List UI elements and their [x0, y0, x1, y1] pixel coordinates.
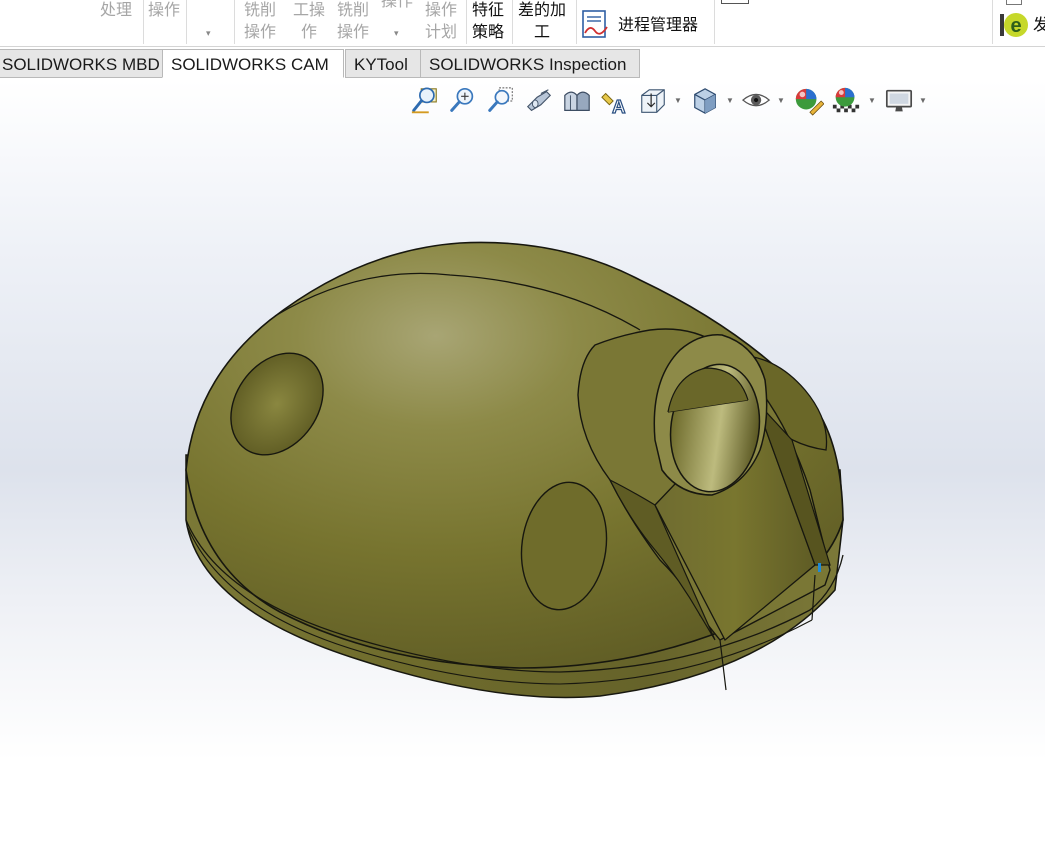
model-selected-vertex[interactable] [818, 563, 821, 572]
graphics-area-model[interactable] [0, 0, 1045, 842]
